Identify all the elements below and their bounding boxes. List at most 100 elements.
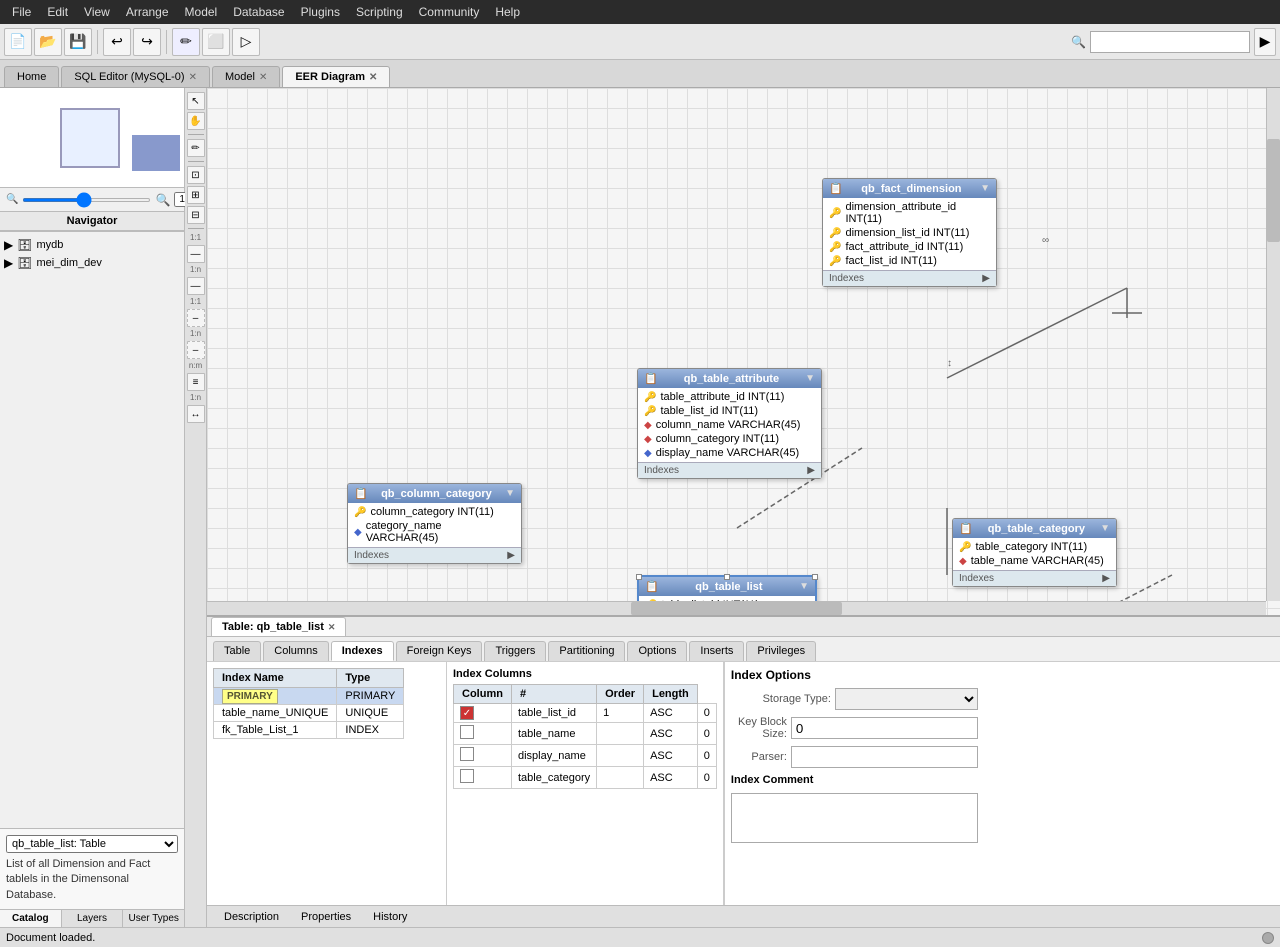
left-tab-layers[interactable]: Layers — [62, 910, 124, 927]
indexes-expand-tc[interactable]: ▶ — [1102, 573, 1110, 584]
execute-button[interactable]: ▷ — [232, 28, 260, 56]
handle-tm[interactable] — [724, 574, 730, 580]
menu-view[interactable]: View — [76, 3, 118, 21]
rel-11-nonid-tool[interactable]: – — [187, 309, 205, 327]
inner-tab-indexes[interactable]: Indexes — [331, 641, 394, 661]
inner-tab-partitioning[interactable]: Partitioning — [548, 641, 625, 661]
inner-tab-columns[interactable]: Columns — [263, 641, 328, 661]
rel-1n-nonid-tool[interactable]: – — [187, 341, 205, 359]
checkbox-3[interactable] — [460, 747, 474, 761]
new-button[interactable]: 📄 — [4, 28, 32, 56]
left-tab-catalog[interactable]: Catalog — [0, 910, 62, 927]
table-expand-btn-ta[interactable]: ▼ — [805, 373, 815, 384]
field-fact-attr-id[interactable]: 🔑 fact_attribute_id INT(11) — [823, 240, 996, 254]
eer-table-header-table-cat[interactable]: 📋 qb_table_category ▼ — [953, 519, 1116, 538]
menu-model[interactable]: Model — [177, 3, 226, 21]
hscroll-thumb[interactable] — [631, 602, 843, 615]
tree-item-mydb[interactable]: ▶ 🗄 mydb — [4, 236, 180, 254]
rel-1n-alt-tool[interactable]: ↔ — [187, 405, 205, 423]
table-expand-btn-tl[interactable]: ▼ — [799, 581, 809, 592]
inner-tab-table[interactable]: Table — [213, 641, 261, 661]
icol-row-2[interactable]: table_name ASC 0 — [454, 723, 717, 745]
tab-sql-editor[interactable]: SQL Editor (MySQL-0) ✕ — [61, 66, 210, 87]
checkbox-2[interactable] — [460, 725, 474, 739]
handle-tl[interactable] — [636, 574, 642, 580]
left-tab-usertypes[interactable]: User Types — [123, 910, 184, 927]
select-tool[interactable]: ↖ — [187, 92, 205, 110]
eer-table-qb-column-category[interactable]: 📋 qb_column_category ▼ 🔑 column_category… — [347, 483, 522, 564]
catalog-table-select[interactable]: qb_table_list: Table — [6, 835, 178, 853]
eer-table-qb-table-category[interactable]: 📋 qb_table_category ▼ 🔑 table_category I… — [952, 518, 1117, 587]
indexes-expand-ta[interactable]: ▶ — [807, 465, 815, 476]
table-expand-btn-cc[interactable]: ▼ — [505, 488, 515, 499]
rel-1n-tool[interactable]: — — [187, 277, 205, 295]
key-block-size-input[interactable] — [791, 717, 978, 739]
vscroll-thumb[interactable] — [1267, 139, 1280, 242]
menu-help[interactable]: Help — [487, 3, 528, 21]
inner-tab-options[interactable]: Options — [627, 641, 687, 661]
inner-tab-privileges[interactable]: Privileges — [746, 641, 816, 661]
indexes-expand[interactable]: ▶ — [982, 273, 990, 284]
search-go-button[interactable]: ▶ — [1254, 28, 1276, 56]
search-input[interactable] — [1090, 31, 1250, 53]
tab-sql-editor-close[interactable]: ✕ — [189, 72, 197, 83]
field-cc-name[interactable]: ◆ category_name VARCHAR(45) — [348, 519, 521, 545]
storage-type-select[interactable] — [835, 688, 978, 710]
rel-nm-tool[interactable]: ≡ — [187, 373, 205, 391]
field-ta-col-name[interactable]: ◆ column_name VARCHAR(45) — [638, 418, 821, 432]
eer-table-qb-table-attribute[interactable]: 📋 qb_table_attribute ▼ 🔑 table_attribute… — [637, 368, 822, 479]
canvas-hscroll[interactable] — [207, 601, 1266, 615]
tab-eer-close[interactable]: ✕ — [369, 72, 377, 83]
table-expand-btn[interactable]: ▼ — [980, 183, 990, 194]
checkbox-4[interactable] — [460, 769, 474, 783]
view-tool[interactable]: ⊞ — [187, 186, 205, 204]
icol-row-3[interactable]: display_name ASC 0 — [454, 745, 717, 767]
field-ta-display[interactable]: ◆ display_name VARCHAR(45) — [638, 446, 821, 460]
save-button[interactable]: 💾 — [64, 28, 92, 56]
eer-table-header-fact-dimension[interactable]: 📋 qb_fact_dimension ▼ — [823, 179, 996, 198]
view-button[interactable]: ⬜ — [202, 28, 230, 56]
redo-button[interactable]: ↪ — [133, 28, 161, 56]
menu-scripting[interactable]: Scripting — [348, 3, 411, 21]
menu-edit[interactable]: Edit — [39, 3, 76, 21]
field-ta-list-id[interactable]: 🔑 table_list_id INT(11) — [638, 404, 821, 418]
field-dimension-list-id[interactable]: 🔑 dimension_list_id INT(11) — [823, 226, 996, 240]
bottom-tab-table-list[interactable]: Table: qb_table_list ✕ — [211, 617, 346, 636]
zoom-in-icon[interactable]: 🔍 — [155, 193, 170, 207]
minimap[interactable] — [0, 88, 184, 188]
undo-button[interactable]: ↩ — [103, 28, 131, 56]
field-ta-id[interactable]: 🔑 table_attribute_id INT(11) — [638, 390, 821, 404]
menu-community[interactable]: Community — [411, 3, 488, 21]
menu-file[interactable]: File — [4, 3, 39, 21]
icol-row-1[interactable]: ✓ table_list_id 1 ASC 0 — [454, 704, 717, 723]
inner-tab-inserts[interactable]: Inserts — [689, 641, 744, 661]
field-tc-name[interactable]: ◆ table_name VARCHAR(45) — [953, 554, 1116, 568]
parser-input[interactable] — [791, 746, 978, 768]
footer-tab-history[interactable]: History — [362, 908, 418, 926]
footer-tab-properties[interactable]: Properties — [290, 908, 362, 926]
field-cc-id[interactable]: 🔑 column_category INT(11) — [348, 505, 521, 519]
field-dimension-attr-id[interactable]: 🔑 dimension_attribute_id INT(11) — [823, 200, 996, 226]
indexes-section-cc[interactable]: Indexes ▶ — [348, 547, 521, 563]
bottom-tab-close[interactable]: ✕ — [328, 622, 336, 633]
tab-home[interactable]: Home — [4, 66, 59, 87]
open-button[interactable]: 📂 — [34, 28, 62, 56]
menu-plugins[interactable]: Plugins — [293, 3, 348, 21]
menu-database[interactable]: Database — [225, 3, 292, 21]
handle-tr[interactable] — [812, 574, 818, 580]
menu-arrange[interactable]: Arrange — [118, 3, 177, 21]
zoom-slider[interactable] — [22, 198, 151, 202]
indexes-section-ta[interactable]: Indexes ▶ — [638, 462, 821, 478]
canvas-vscroll[interactable] — [1266, 88, 1280, 601]
hand-tool[interactable]: ✋ — [187, 112, 205, 130]
icol-row-4[interactable]: table_category ASC 0 — [454, 767, 717, 789]
field-ta-col-cat[interactable]: ◆ column_category INT(11) — [638, 432, 821, 446]
index-row-primary[interactable]: PRIMARY PRIMARY — [214, 688, 404, 705]
eer-table-header-table-attribute[interactable]: 📋 qb_table_attribute ▼ — [638, 369, 821, 388]
table-expand-btn-tc[interactable]: ▼ — [1100, 523, 1110, 534]
field-fact-list-id[interactable]: 🔑 fact_list_id INT(11) — [823, 254, 996, 268]
index-row-fk[interactable]: fk_Table_List_1 INDEX — [214, 722, 404, 739]
table-tool[interactable]: ⊡ — [187, 166, 205, 184]
inner-tab-triggers[interactable]: Triggers — [484, 641, 546, 661]
eer-table-header-col-cat[interactable]: 📋 qb_column_category ▼ — [348, 484, 521, 503]
